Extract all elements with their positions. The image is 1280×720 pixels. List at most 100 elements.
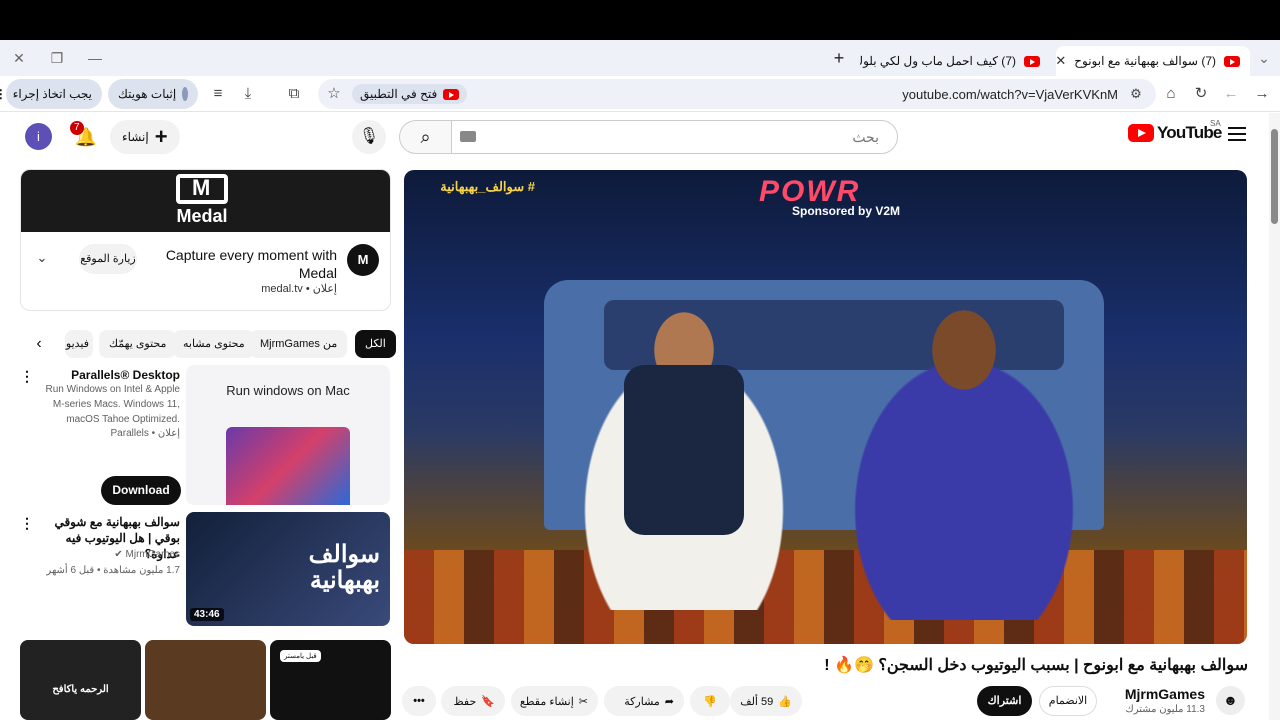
create-label: إنشاء — [122, 130, 149, 144]
url-box[interactable]: ⚙ youtube.com/watch?v=VjaVerKVKnM فتح في… — [318, 79, 1156, 109]
chip-similar[interactable]: محتوى مشابه — [173, 330, 255, 358]
action-needed-button[interactable]: يجب اتخاذ إجراء ⋮ — [0, 79, 102, 109]
related-video-channel[interactable]: MjrmGames ✔ — [40, 549, 180, 560]
scrollbar-thumb[interactable] — [1271, 129, 1278, 224]
site-settings-icon[interactable]: ⚙ — [1124, 82, 1148, 106]
create-button[interactable]: + إنشاء — [110, 120, 180, 154]
short-thumbnail[interactable]: قبل يامستر — [270, 640, 391, 720]
search-icon: ⌕ — [420, 127, 431, 147]
extensions-icon[interactable]: ⧉ — [282, 82, 306, 106]
search-input[interactable] — [452, 121, 897, 153]
medal-logo: Medal — [176, 174, 228, 227]
parallels-thumbnail[interactable]: Run windows on Mac — [186, 365, 390, 505]
join-button[interactable]: الانضمام — [1039, 686, 1097, 716]
subscriber-count: 11.3 مليون مشترك — [1125, 704, 1205, 715]
verified-icon: ✔ — [114, 549, 123, 560]
tab-search-icon[interactable]: ⌄ — [1253, 48, 1275, 68]
more-options-icon[interactable]: ⋮ — [20, 369, 34, 383]
download-button[interactable]: Download — [101, 476, 181, 505]
youtube-app-icon — [443, 88, 460, 100]
visit-site-button[interactable]: زيارة الموقع — [79, 244, 137, 274]
reading-list-icon[interactable]: ≡ — [206, 82, 230, 106]
like-icon: 👍 — [778, 695, 792, 708]
subscribe-button[interactable]: اشتراك — [977, 686, 1032, 716]
parallels-desc: Run Windows on Intel & Apple M-series Ma… — [45, 384, 180, 425]
video-person-right — [834, 300, 1094, 620]
more-actions-button[interactable]: ••• — [402, 686, 436, 716]
chevron-down-icon[interactable]: ⌄ — [33, 250, 51, 268]
related-video-meta: 1.7 مليون مشاهدة • قبل 6 أشهر — [46, 565, 180, 576]
open-in-app-label: فتح في التطبيق — [360, 87, 438, 101]
youtube-logo[interactable]: YouTube SA — [1128, 119, 1222, 143]
ad-banner[interactable]: Medal — [21, 170, 390, 232]
close-window-icon[interactable]: ✕ — [8, 48, 30, 68]
share-label: مشاركة — [624, 695, 660, 708]
youtube-play-icon — [1128, 124, 1154, 142]
youtube-header: YouTube SA ⌕ 🎙 + إنشاء 🔔 7 i — [0, 113, 1264, 159]
channel-avatar[interactable]: ☻ — [1216, 686, 1245, 715]
chip-from-channel[interactable]: من MjrmGames — [250, 330, 348, 358]
parallels-thumb-text: Run windows on Mac — [226, 383, 350, 398]
os-top-bar — [0, 0, 1280, 40]
channel-label: MjrmGames — [125, 549, 180, 560]
like-button[interactable]: 👍 59 ألف — [730, 686, 802, 716]
tab-active[interactable]: (7) سوالف بهبهانية مع ابونوح ✕ — [1056, 46, 1250, 76]
chip-videos[interactable]: فيديو — [65, 330, 93, 358]
short-thumbnail[interactable] — [145, 640, 266, 720]
clip-label: إنشاء مقطع — [519, 695, 574, 708]
search-button[interactable]: ⌕ — [399, 120, 451, 154]
share-button[interactable]: ➦ مشاركة — [604, 686, 684, 716]
new-tab-icon[interactable]: + — [828, 48, 850, 68]
parallels-screen-image — [226, 427, 350, 505]
reload-icon[interactable]: ↻ — [1189, 82, 1213, 106]
home-icon[interactable]: ⌂ — [1159, 82, 1183, 106]
tab-secondary[interactable]: (7) كيف احمل ماب ول لكي بلوك ✕ — [860, 46, 1050, 76]
menu-icon[interactable] — [1228, 127, 1246, 141]
chevron-left-icon[interactable]: ‹ — [28, 333, 50, 355]
bookmark-icon: 🔖 — [481, 695, 495, 708]
clip-button[interactable]: ✂ إنشاء مقطع — [511, 686, 598, 716]
video-duration: 43:46 — [190, 608, 224, 621]
youtube-favicon-icon — [1224, 55, 1240, 67]
video-person-vest — [624, 365, 744, 535]
open-in-app-button[interactable]: فتح في التطبيق — [352, 84, 468, 104]
short-thumbnail[interactable]: الرحمه ياكافح — [20, 640, 141, 720]
dislike-icon: 👎 — [703, 695, 717, 708]
video-player[interactable]: POWR Sponsored by V2M # سوالف_بهبهانية — [404, 170, 1247, 644]
ad-title[interactable]: Capture every moment with Medal — [161, 246, 337, 282]
download-icon[interactable]: ⤓ — [236, 82, 260, 106]
more-options-icon[interactable]: ⋮ — [20, 516, 34, 530]
search-field[interactable] — [451, 120, 898, 154]
channel-name[interactable]: MjrmGames — [1110, 686, 1205, 702]
save-label: حفظ — [453, 695, 477, 708]
voice-search-button[interactable]: 🎙 — [352, 120, 386, 154]
back-icon[interactable]: → — [1250, 82, 1274, 106]
dislike-button[interactable]: 👎 — [690, 686, 730, 716]
short-text: الرحمه ياكافح — [52, 684, 109, 695]
related-video-thumbnail[interactable]: سوالف بهبهانية 43:46 — [186, 512, 390, 626]
medal-logo-text: Medal — [176, 206, 228, 226]
page-scrollbar[interactable] — [1269, 113, 1280, 720]
notifications-button[interactable]: 🔔 7 — [70, 121, 100, 151]
avatar[interactable]: i — [25, 123, 52, 150]
minimize-window-icon[interactable]: — — [84, 48, 106, 68]
favorite-star-icon[interactable]: ☆ — [322, 82, 346, 106]
microphone-icon: 🎙 — [358, 128, 380, 145]
identity-icon — [182, 87, 188, 101]
save-button[interactable]: 🔖 حفظ — [441, 686, 505, 716]
forward-icon[interactable]: ← — [1219, 82, 1243, 106]
tab-title: (7) كيف احمل ماب ول لكي بلوك — [860, 54, 1016, 68]
chip-for-you[interactable]: محتوى يهمّك — [99, 330, 177, 358]
keyboard-icon[interactable] — [460, 131, 476, 142]
ad-card[interactable]: Medal M Capture every moment with Medal … — [20, 169, 391, 311]
parallels-title[interactable]: Parallels® Desktop — [40, 367, 180, 383]
parallels-meta: إعلان • Parallels — [110, 428, 180, 439]
restore-window-icon[interactable]: ❐ — [46, 48, 68, 68]
tab-title: (7) سوالف بهبهانية مع ابونوح — [1074, 54, 1216, 68]
chip-all[interactable]: الكل — [355, 330, 396, 358]
plus-icon: + — [154, 124, 168, 149]
youtube-favicon-icon — [1024, 55, 1040, 67]
close-tab-icon[interactable]: ✕ — [1056, 53, 1066, 69]
url-text[interactable]: youtube.com/watch?v=VjaVerKVKnM — [902, 87, 1118, 102]
verify-identity-button[interactable]: إثبات هويتك — [108, 79, 198, 109]
